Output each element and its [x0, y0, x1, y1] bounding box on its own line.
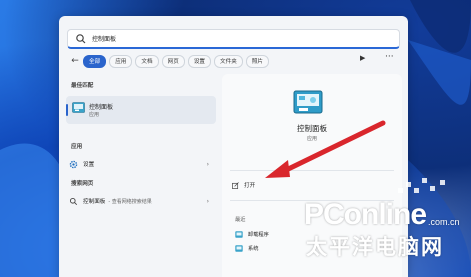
recent-item-uninstall[interactable]: 卸载程序: [235, 231, 269, 238]
chevron-right-icon: ›: [206, 197, 209, 205]
control-panel-icon: [235, 245, 243, 252]
web-result-item[interactable]: 控制面板 - 查看网络搜索结果 ›: [69, 195, 215, 207]
chevron-right-icon: ›: [206, 160, 209, 168]
divider: [230, 170, 394, 171]
detail-title: 控制面板: [297, 124, 327, 133]
web-search-heading: 搜索网页: [71, 181, 94, 187]
best-match-type: 应用: [89, 112, 100, 118]
gear-icon: [69, 160, 78, 168]
best-match-item[interactable]: 控制面板 应用: [66, 96, 216, 124]
best-match-name: 控制面板: [89, 104, 114, 111]
watermark-chinese: 太平洋电脑网: [306, 235, 444, 259]
open-action[interactable]: 打开: [232, 181, 255, 189]
filter-bar: ← 全部 应用 文档 网页 设置 文件夹 照片: [67, 54, 272, 68]
search-icon: [69, 197, 78, 205]
open-icon: [232, 181, 239, 189]
filter-tab-folders[interactable]: 文件夹: [214, 54, 243, 68]
recent-item-label: 卸载程序: [248, 232, 269, 238]
more-icon[interactable]: ···: [385, 52, 394, 62]
back-arrow-icon[interactable]: ←: [67, 54, 83, 68]
search-input[interactable]: 控制面板: [92, 34, 116, 43]
control-panel-icon: [235, 231, 243, 238]
recent-item-system[interactable]: 系统: [235, 245, 258, 252]
control-panel-icon: [72, 102, 85, 113]
search-box[interactable]: 控制面板: [67, 29, 400, 49]
watermark-domain: .com.cn: [428, 217, 460, 227]
results-list: 最佳匹配 控制面板 应用 应用 设置 › 搜索网页 控制面板 - 查看网络搜索结…: [59, 74, 217, 277]
filter-tab-settings[interactable]: 设置: [187, 54, 212, 68]
filter-tab-photos[interactable]: 照片: [245, 54, 270, 68]
app-item-label: 设置: [83, 162, 95, 168]
app-item-settings[interactable]: 设置 ›: [69, 158, 215, 170]
control-panel-icon: [293, 90, 323, 114]
watermark-brand: PConline .com.cn: [304, 192, 460, 232]
recent-heading: 最近: [235, 217, 246, 223]
recent-item-label: 系统: [248, 246, 259, 252]
filter-tab-apps[interactable]: 应用: [109, 54, 133, 68]
filter-tab-documents[interactable]: 文档: [135, 54, 159, 68]
filter-tab-all[interactable]: 全部: [83, 54, 107, 68]
selection-indicator: [66, 104, 68, 116]
web-result-hint: - 查看网络搜索结果: [108, 198, 152, 205]
detail-subtitle: 应用: [306, 136, 317, 142]
web-result-label: 控制面板: [83, 199, 106, 205]
watermark-brand-text: PConline: [304, 198, 427, 231]
play-icon[interactable]: ▶: [360, 54, 365, 62]
best-match-heading: 最佳匹配: [71, 83, 94, 89]
open-label: 打开: [244, 183, 256, 189]
apps-heading: 应用: [71, 144, 83, 150]
filter-tab-web[interactable]: 网页: [161, 54, 185, 68]
search-icon: [76, 33, 86, 43]
